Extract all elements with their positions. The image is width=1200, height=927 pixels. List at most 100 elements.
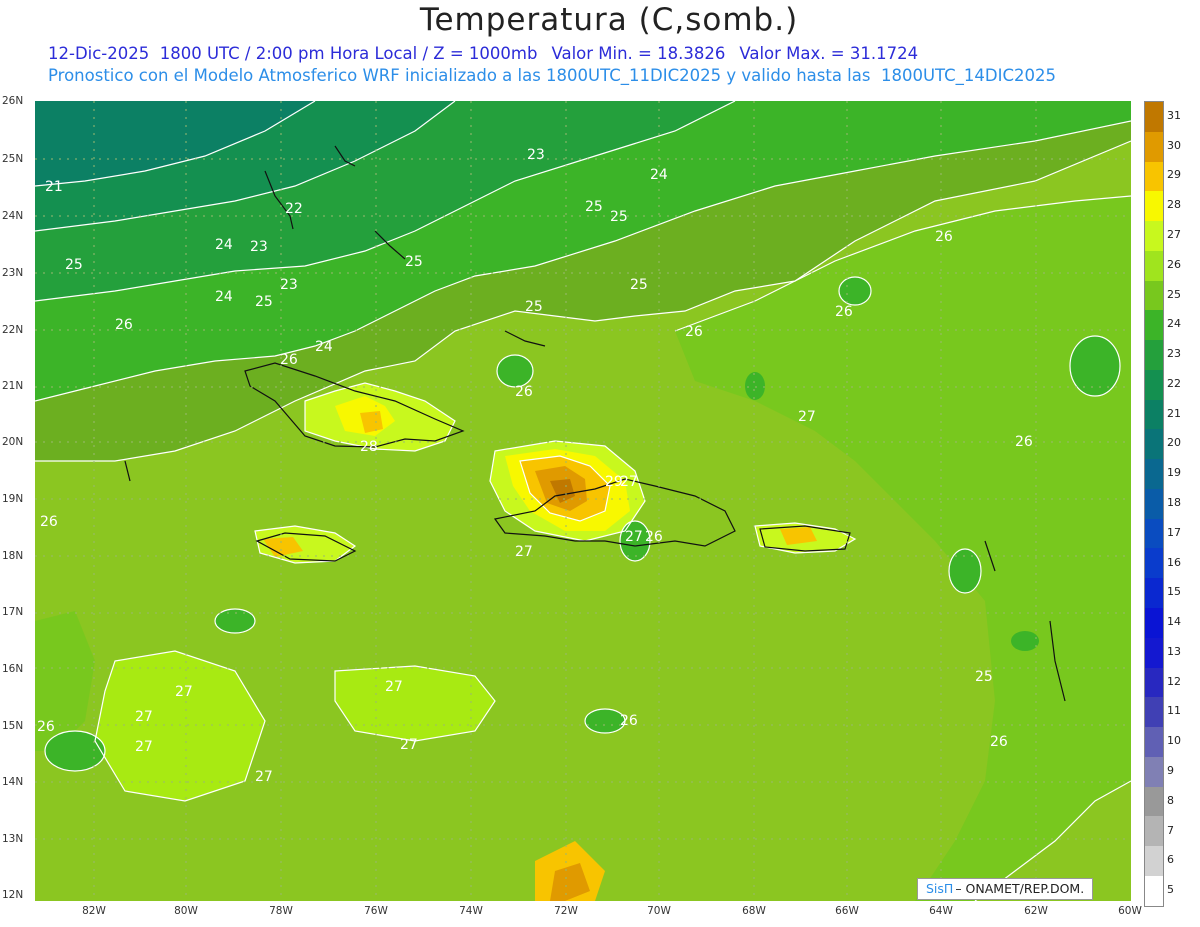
color-scale-swatch	[1145, 846, 1163, 876]
lat-label: 18N	[2, 550, 24, 562]
color-scale-swatch	[1145, 578, 1163, 609]
color-scale-swatch	[1145, 786, 1163, 817]
contour-label: 25	[65, 257, 83, 273]
lat-label: 12N	[2, 889, 24, 901]
lat-label: 23N	[2, 267, 24, 279]
min-value: Valor Min. = 18.3826	[551, 44, 726, 63]
color-scale-label: 25	[1167, 287, 1181, 301]
contour-label: 27	[625, 529, 643, 545]
color-scale-swatch	[1145, 459, 1163, 489]
color-scale-label: 26	[1167, 257, 1181, 271]
contour-label: 26	[620, 713, 638, 729]
lon-label: 70W	[647, 905, 671, 917]
color-scale-swatch	[1145, 131, 1163, 162]
contour-label: 26	[835, 304, 853, 320]
forecast-datetime: 12-Dic-2025 1800 UTC / 2:00 pm Hora Loca…	[48, 44, 538, 63]
color-scale-label: 8	[1167, 793, 1174, 807]
color-scale-label: 15	[1167, 585, 1181, 599]
lat-label: 19N	[2, 493, 24, 505]
lon-label: 78W	[269, 905, 293, 917]
contour-label: 28	[360, 439, 378, 455]
lat-label: 20N	[2, 436, 24, 448]
color-scale-swatch	[1145, 697, 1163, 728]
contour-label: 25	[525, 299, 543, 315]
sispi-logo: SisΠ	[926, 881, 954, 896]
lat-label: 22N	[2, 324, 24, 336]
color-scale-swatch	[1145, 161, 1163, 192]
contour-label: 26	[645, 529, 663, 545]
color-scale-label: 24	[1167, 317, 1181, 331]
color-scale-swatch	[1145, 102, 1163, 132]
color-scale-label: 13	[1167, 644, 1181, 658]
color-scale-swatch	[1145, 429, 1163, 460]
color-scale-label: 10	[1167, 734, 1181, 748]
color-scale-swatch	[1145, 369, 1163, 400]
contour-label: 26	[935, 229, 953, 245]
contour-label: 25	[630, 277, 648, 293]
contour-label: 26	[40, 514, 58, 530]
contour-label: 26	[990, 734, 1008, 750]
color-scale-label: 19	[1167, 466, 1181, 480]
contour-label: 26	[685, 324, 703, 340]
color-scale-label: 5	[1167, 883, 1174, 897]
contour-label: 27	[255, 769, 273, 785]
contour-label: 25	[405, 254, 423, 270]
contour-label: 25	[255, 294, 273, 310]
lon-label: 62W	[1024, 905, 1048, 917]
color-scale-label: 9	[1167, 764, 1174, 777]
color-scale-label: 12	[1167, 674, 1181, 688]
contour-label: 27	[385, 679, 403, 695]
contour-label: 25	[585, 199, 603, 215]
color-scale-label: 14	[1167, 615, 1181, 629]
color-scale-label: 20	[1167, 436, 1181, 450]
contour-label: 25	[975, 669, 993, 685]
credit-box: SisΠ – ONAMET/REP.DOM.	[917, 878, 1094, 900]
color-scale-label: 7	[1167, 823, 1174, 837]
contour-label: 24	[315, 339, 333, 355]
color-scale-swatch	[1145, 518, 1163, 549]
contour-label: 25	[610, 209, 628, 225]
color-scale-swatch	[1145, 548, 1163, 579]
lon-label: 66W	[835, 905, 859, 917]
lon-label: 80W	[174, 905, 198, 917]
lat-label: 26N	[2, 95, 24, 107]
lat-label: 24N	[2, 210, 24, 222]
color-scale-swatch	[1145, 667, 1163, 698]
lat-label: 13N	[2, 833, 24, 845]
lat-label: 15N	[2, 720, 24, 732]
contour-label: 26	[280, 352, 298, 368]
credit-text: – ONAMET/REP.DOM.	[955, 881, 1085, 896]
lon-label: 64W	[929, 905, 953, 917]
contour-label: 27	[400, 737, 418, 753]
color-scale-swatch	[1145, 250, 1163, 281]
lon-label: 72W	[554, 905, 578, 917]
color-scale-label: 17	[1167, 525, 1181, 539]
color-scale-label: 31	[1167, 108, 1181, 122]
contour-label: 23	[527, 147, 545, 163]
contour-label: 27	[135, 739, 153, 755]
subtitle-line-2: Pronostico con el Modelo Atmosferico WRF…	[48, 66, 1056, 85]
contour-label: 26	[515, 384, 533, 400]
color-scale-label: 23	[1167, 347, 1181, 361]
color-scale-swatch	[1145, 608, 1163, 638]
contour-label: 27	[515, 544, 533, 560]
color-scale-bar	[1144, 101, 1164, 907]
lat-label: 21N	[2, 380, 24, 392]
subtitle-line-1: 12-Dic-2025 1800 UTC / 2:00 pm Hora Loca…	[48, 44, 932, 63]
temperature-map: 21 23 22 23 24 25 24 25 24 26 25 23 24 25 25 25 25 26 26 26…	[35, 101, 1131, 901]
contour-label: 24	[215, 237, 233, 253]
contour-label: 22	[285, 201, 303, 217]
color-scale-swatch	[1145, 637, 1163, 668]
lat-label: 25N	[2, 153, 24, 165]
lat-label: 17N	[2, 606, 24, 618]
color-scale-swatch	[1145, 340, 1163, 370]
lon-label: 68W	[742, 905, 766, 917]
contour-label: 27	[175, 684, 193, 700]
max-value: Valor Max. = 31.1724	[739, 44, 919, 63]
lon-label: 76W	[364, 905, 388, 917]
color-scale-swatch	[1145, 399, 1163, 430]
color-scale-swatch	[1145, 727, 1163, 757]
color-scale-swatch	[1145, 221, 1163, 251]
contour-label: 27	[620, 474, 638, 490]
map-svg: 21 23 22 23 24 25 24 25 24 26 25 23 24 25 25 25 25 26 26 26…	[35, 101, 1131, 901]
